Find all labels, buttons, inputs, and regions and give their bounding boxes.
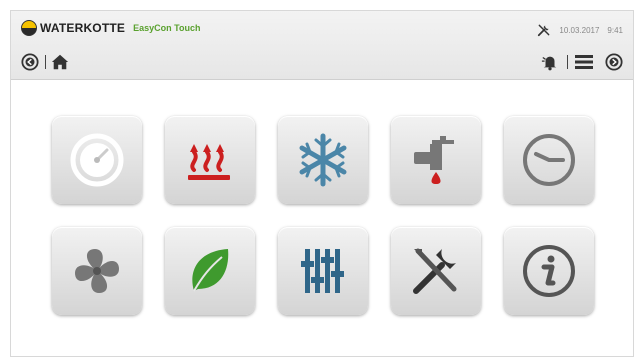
clock-icon <box>523 134 575 186</box>
forward-icon <box>605 53 623 71</box>
eco-leaf-icon <box>192 249 229 292</box>
back-icon <box>21 53 39 71</box>
heating-tile[interactable] <box>165 116 255 204</box>
fan-icon <box>75 249 119 293</box>
eco-tile[interactable] <box>165 227 255 315</box>
back-button[interactable] <box>19 51 41 73</box>
info-icon <box>523 245 575 297</box>
settings-tile[interactable] <box>278 227 368 315</box>
settings-sliders-icon <box>301 249 344 293</box>
status-area: 10.03.2017 9:41 <box>537 23 623 37</box>
dashboard-tile[interactable] <box>52 116 142 204</box>
home-button[interactable] <box>49 51 71 73</box>
hot-water-tile[interactable] <box>391 116 481 204</box>
logo-mark-icon <box>21 20 37 36</box>
menu-icon <box>575 55 593 69</box>
clock-tile[interactable] <box>504 116 594 204</box>
app-window: WATERKOTTE EasyCon Touch 10.03.2017 9:41 <box>10 10 634 357</box>
cooling-tile[interactable] <box>278 116 368 204</box>
nav-separator <box>567 55 568 69</box>
brand-logo: WATERKOTTE EasyCon Touch <box>21 20 200 36</box>
top-bar: WATERKOTTE EasyCon Touch 10.03.2017 9:41 <box>11 11 633 80</box>
wrench-screwdriver-icon <box>538 24 550 37</box>
heating-icon <box>188 144 230 180</box>
home-icon <box>51 54 69 70</box>
hot-water-tap-icon <box>414 136 454 184</box>
alarm-bell-icon <box>541 56 557 71</box>
service-tile[interactable] <box>391 227 481 315</box>
alarm-button[interactable] <box>539 51 561 73</box>
dashboard-gauge-icon <box>70 133 124 187</box>
date-display: 10.03.2017 <box>559 25 600 35</box>
product-name: EasyCon Touch <box>133 23 201 33</box>
forward-button[interactable] <box>603 51 625 73</box>
nav-row <box>11 47 633 77</box>
service-tools-icon <box>413 248 457 294</box>
brand-name: WATERKOTTE <box>40 21 126 35</box>
time-display: 9:41 <box>607 25 623 35</box>
nav-separator <box>45 55 46 69</box>
info-tile[interactable] <box>504 227 594 315</box>
menu-button[interactable] <box>573 51 595 73</box>
fan-tile[interactable] <box>52 227 142 315</box>
cooling-snowflake-icon <box>299 133 347 187</box>
